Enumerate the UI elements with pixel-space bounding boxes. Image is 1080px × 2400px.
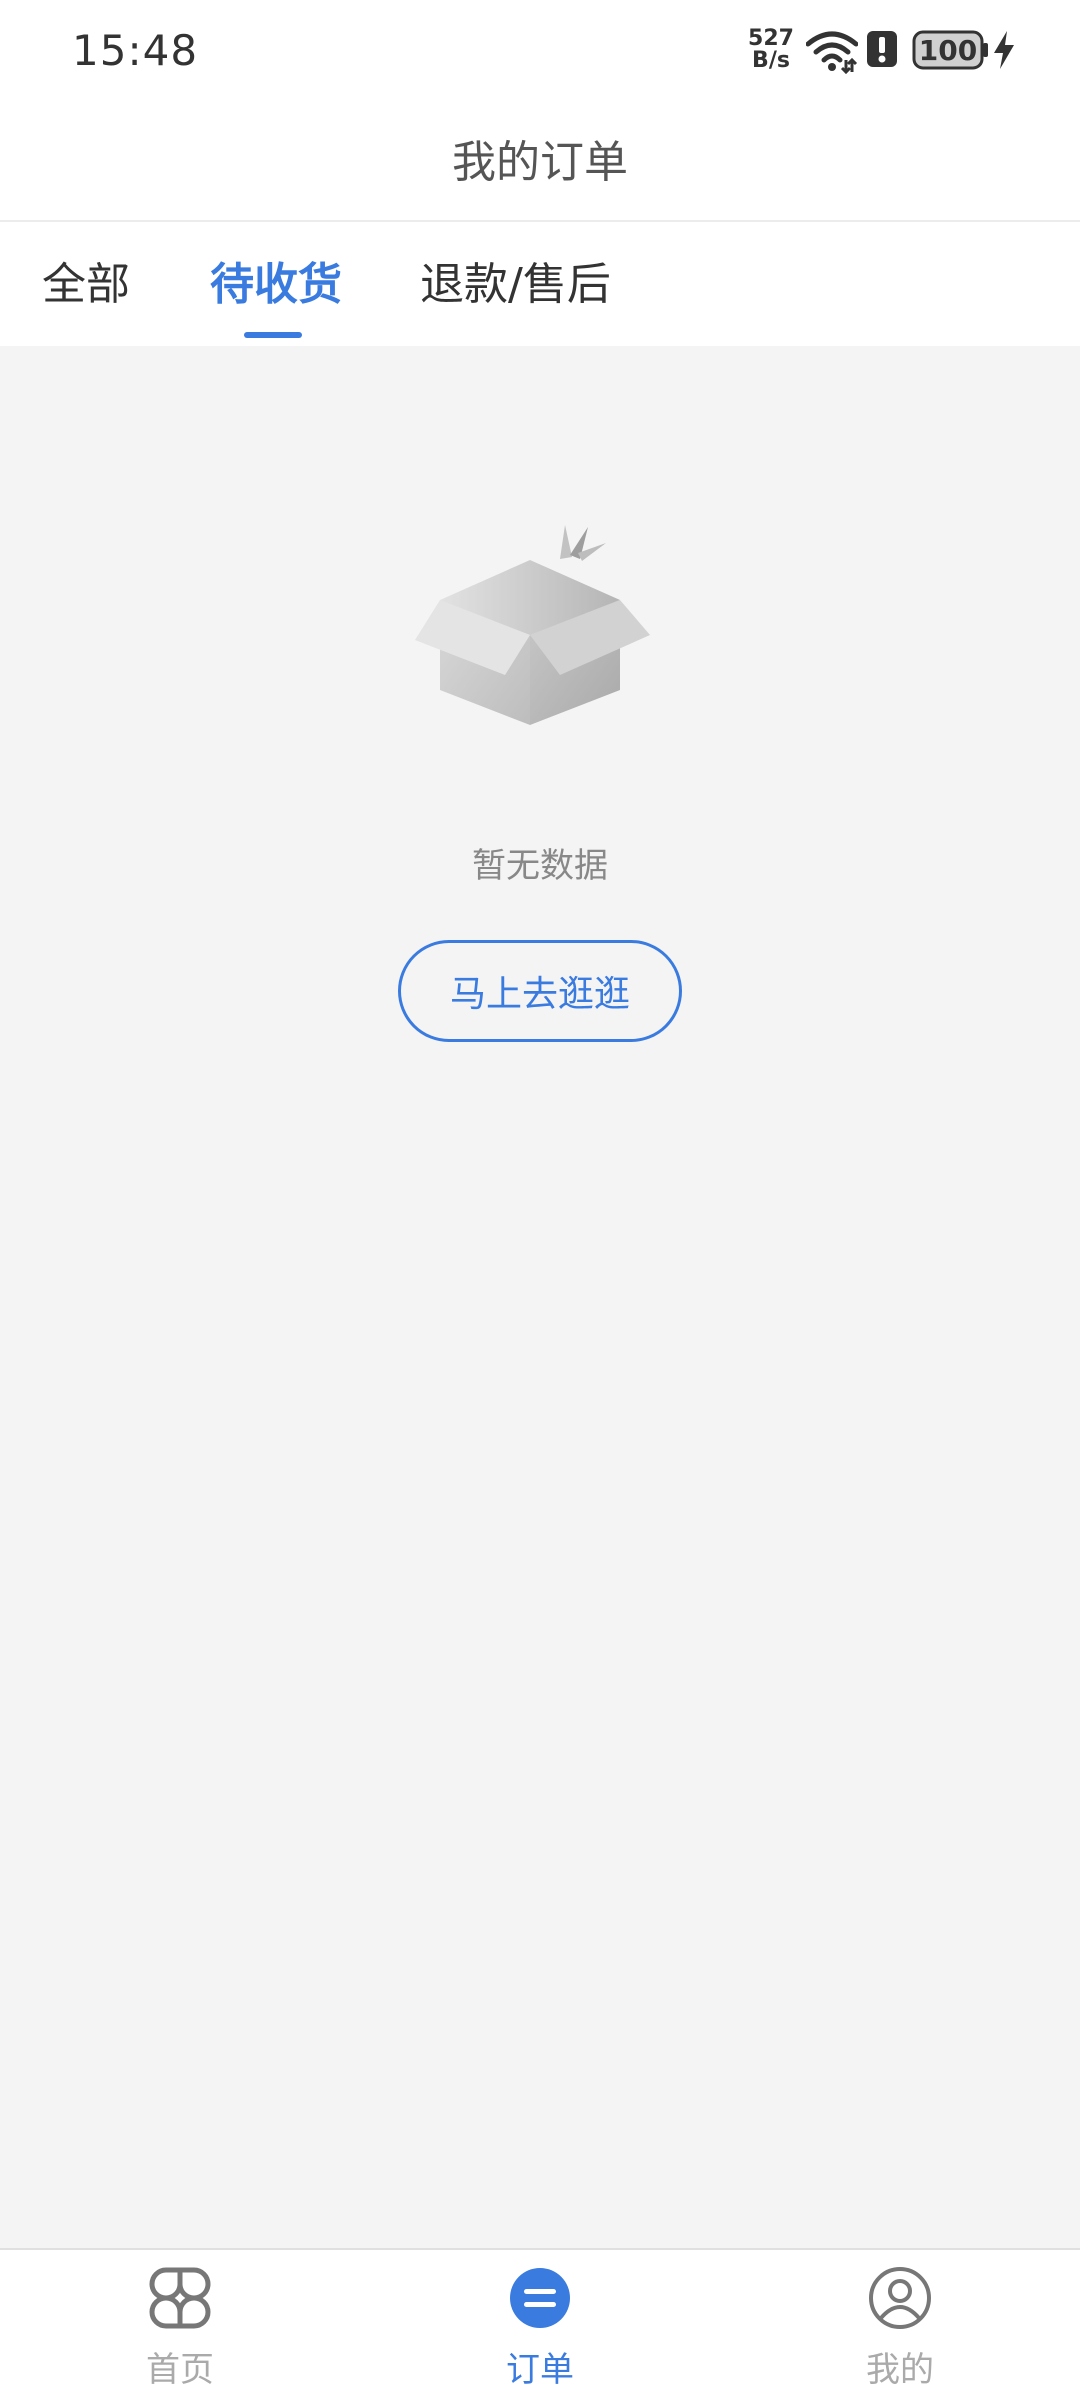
tab-all[interactable]: 全部 bbox=[42, 248, 130, 312]
nav-profile[interactable]: 我的 bbox=[800, 2250, 1000, 2400]
order-tabs: 全部 待收货 退款/售后 bbox=[0, 222, 1080, 346]
app-screen: 15:48 527 B/s 100 我的订单 全部 待收货 退款/售后 暂无数据… bbox=[0, 0, 1080, 2400]
battery-level: 100 bbox=[918, 34, 978, 67]
wifi-icon bbox=[806, 31, 858, 74]
status-time: 15:48 bbox=[72, 26, 199, 75]
home-grid-icon bbox=[149, 2267, 211, 2329]
network-speed: 527 B/s bbox=[748, 28, 794, 72]
nav-home-label: 首页 bbox=[146, 2350, 214, 2390]
tab-pending-receipt[interactable]: 待收货 bbox=[210, 248, 342, 312]
charging-icon bbox=[994, 31, 1014, 69]
nav-profile-label: 我的 bbox=[866, 2350, 934, 2390]
orders-icon bbox=[510, 2268, 570, 2328]
network-speed-value: 527 bbox=[748, 26, 794, 51]
alert-icon bbox=[867, 31, 897, 67]
profile-icon bbox=[869, 2267, 931, 2329]
nav-orders-label: 订单 bbox=[506, 2350, 574, 2390]
network-speed-unit: B/s bbox=[752, 48, 790, 73]
header: 我的订单 bbox=[0, 100, 1080, 222]
go-shopping-button[interactable]: 马上去逛逛 bbox=[398, 940, 682, 1042]
page-title: 我的订单 bbox=[452, 137, 628, 188]
empty-box-icon bbox=[415, 525, 650, 725]
empty-message: 暂无数据 bbox=[472, 846, 608, 886]
bottom-navigation: 首页 订单 我的 bbox=[0, 2248, 1080, 2400]
nav-home[interactable]: 首页 bbox=[80, 2250, 280, 2400]
tab-refund-after-sales[interactable]: 退款/售后 bbox=[420, 248, 611, 312]
status-bar: 15:48 527 B/s 100 bbox=[0, 0, 1080, 100]
active-tab-indicator bbox=[244, 332, 302, 338]
nav-orders[interactable]: 订单 bbox=[440, 2250, 640, 2400]
